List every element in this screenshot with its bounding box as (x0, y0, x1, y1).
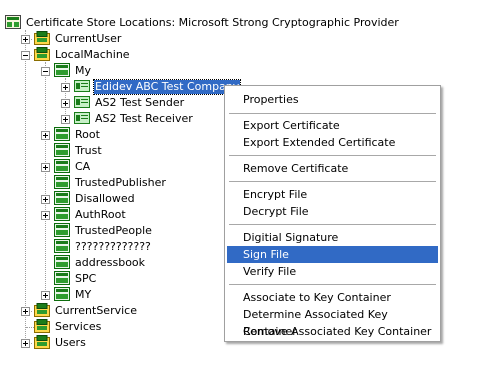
store-icon (54, 254, 70, 272)
store-folder-icon (34, 30, 50, 48)
store-icon (54, 238, 70, 256)
tree-item-certificate[interactable]: AS2 Test Sender (61, 95, 185, 111)
tree-item-currentservice[interactable]: CurrentService (21, 302, 138, 320)
menu-item-export-extended-certificate[interactable]: Export Extended Certificate (227, 134, 438, 151)
store-icon (54, 126, 70, 144)
menu-item-digital-signature[interactable]: Digitial Signature (227, 229, 438, 246)
certificate-icon (74, 111, 90, 127)
store-icon (54, 222, 70, 240)
tree-item-store[interactable]: TrustedPeople (41, 222, 153, 240)
tree-item-store[interactable]: MY (41, 286, 92, 304)
tree-item-label: Services (55, 320, 102, 333)
tree-item-store[interactable]: SPC (41, 270, 97, 288)
tree-item-label: addressbook (75, 256, 146, 269)
tree-root[interactable]: Certificate Store Locations: Microsoft S… (5, 14, 400, 32)
tree-item-label: AS2 Test Receiver (95, 112, 193, 125)
tree-item-store[interactable]: Root (41, 126, 101, 144)
tree-item-label: SPC (75, 272, 97, 285)
tree-item-label: Root (75, 128, 100, 141)
expand-icon[interactable] (41, 130, 50, 140)
tree-item-store[interactable]: Disallowed (41, 190, 136, 208)
tree-item-label: Users (55, 336, 86, 349)
menu-item-decrypt-file[interactable]: Decrypt File (227, 203, 438, 220)
certificate-icon (74, 95, 90, 111)
menu-item-sign-file[interactable]: Sign File (227, 246, 438, 263)
expand-icon[interactable] (61, 114, 70, 124)
menu-separator (229, 113, 436, 114)
tree-item-label: My (75, 64, 92, 77)
store-icon (54, 142, 70, 160)
menu-separator (229, 284, 436, 285)
store-icon (54, 62, 70, 80)
tree-item-label: CA (75, 160, 91, 173)
expand-icon[interactable] (41, 210, 50, 220)
tree-item-label: CurrentUser (55, 32, 122, 45)
expand-icon[interactable] (21, 306, 30, 316)
menu-separator (229, 181, 436, 182)
expand-icon[interactable] (61, 82, 70, 92)
tree-item-my[interactable]: My (41, 62, 92, 80)
tree-item-label: Disallowed (75, 192, 135, 205)
store-folder-icon (34, 302, 50, 320)
tree-item-label: AuthRoot (75, 208, 126, 221)
tree-item-services[interactable]: Services (21, 318, 102, 336)
tree-item-label: Trust (75, 144, 102, 157)
tree-item-label-selected: Edidev ABC Test Company (92, 79, 242, 95)
tree-item-localmachine[interactable]: LocalMachine (21, 46, 131, 64)
tree-item-store[interactable]: CA (41, 158, 91, 176)
expand-icon[interactable] (21, 34, 30, 44)
menu-item-remove-key-container[interactable]: Remove Associated Key Container (227, 323, 438, 340)
menu-item-encrypt-file[interactable]: Encrypt File (227, 186, 438, 203)
store-folder-icon (34, 318, 50, 336)
store-icon (54, 286, 70, 304)
expand-icon[interactable] (21, 338, 30, 348)
menu-item-verify-file[interactable]: Verify File (227, 263, 438, 280)
store-icon (54, 206, 70, 224)
store-folder-icon (34, 46, 50, 64)
tree-item-label: ????????????? (75, 240, 151, 253)
tree-item-currentuser[interactable]: CurrentUser (21, 30, 122, 48)
tree-item-certificate[interactable]: Edidev ABC Test Company (61, 79, 242, 95)
tree-item-label: LocalMachine (55, 48, 130, 61)
tree-item-store[interactable]: AuthRoot (41, 206, 127, 224)
store-icon (54, 158, 70, 176)
tree-item-label: MY (75, 288, 92, 301)
tree-item-store[interactable]: Trust (41, 142, 103, 160)
certificate-icon (74, 79, 90, 95)
store-icon (54, 190, 70, 208)
tree-item-store[interactable]: TrustedPublisher (41, 174, 167, 192)
collapse-icon[interactable] (41, 66, 50, 76)
tree-item-label: TrustedPublisher (75, 176, 166, 189)
expand-icon[interactable] (61, 98, 70, 108)
tree-item-label: TrustedPeople (75, 224, 152, 237)
menu-item-export-certificate[interactable]: Export Certificate (227, 117, 438, 134)
collapse-icon[interactable] (21, 50, 30, 60)
store-icon (54, 174, 70, 192)
tree-item-store[interactable]: ????????????? (41, 238, 152, 256)
menu-separator (229, 224, 436, 225)
tree-root-label: Certificate Store Locations: Microsoft S… (26, 16, 399, 29)
expand-icon[interactable] (41, 194, 50, 204)
menu-item-remove-certificate[interactable]: Remove Certificate (227, 160, 438, 177)
expand-icon[interactable] (41, 290, 50, 300)
certificate-store-root-icon (5, 14, 21, 32)
menu-separator (229, 155, 436, 156)
store-folder-icon (34, 334, 50, 352)
tree-item-users[interactable]: Users (21, 334, 87, 352)
menu-item-determine-key-container[interactable]: Determine Associated Key Container (227, 306, 438, 338)
store-icon (54, 270, 70, 288)
expand-icon[interactable] (41, 162, 50, 172)
tree-item-label: AS2 Test Sender (95, 96, 185, 109)
menu-item-associate-key-container[interactable]: Associate to Key Container (227, 289, 438, 306)
tree-item-label: CurrentService (55, 304, 137, 317)
context-menu: Properties Export Certificate Export Ext… (224, 85, 441, 342)
menu-item-properties[interactable]: Properties (227, 91, 438, 108)
tree-item-certificate[interactable]: AS2 Test Receiver (61, 111, 194, 127)
tree-item-store[interactable]: addressbook (41, 254, 146, 272)
